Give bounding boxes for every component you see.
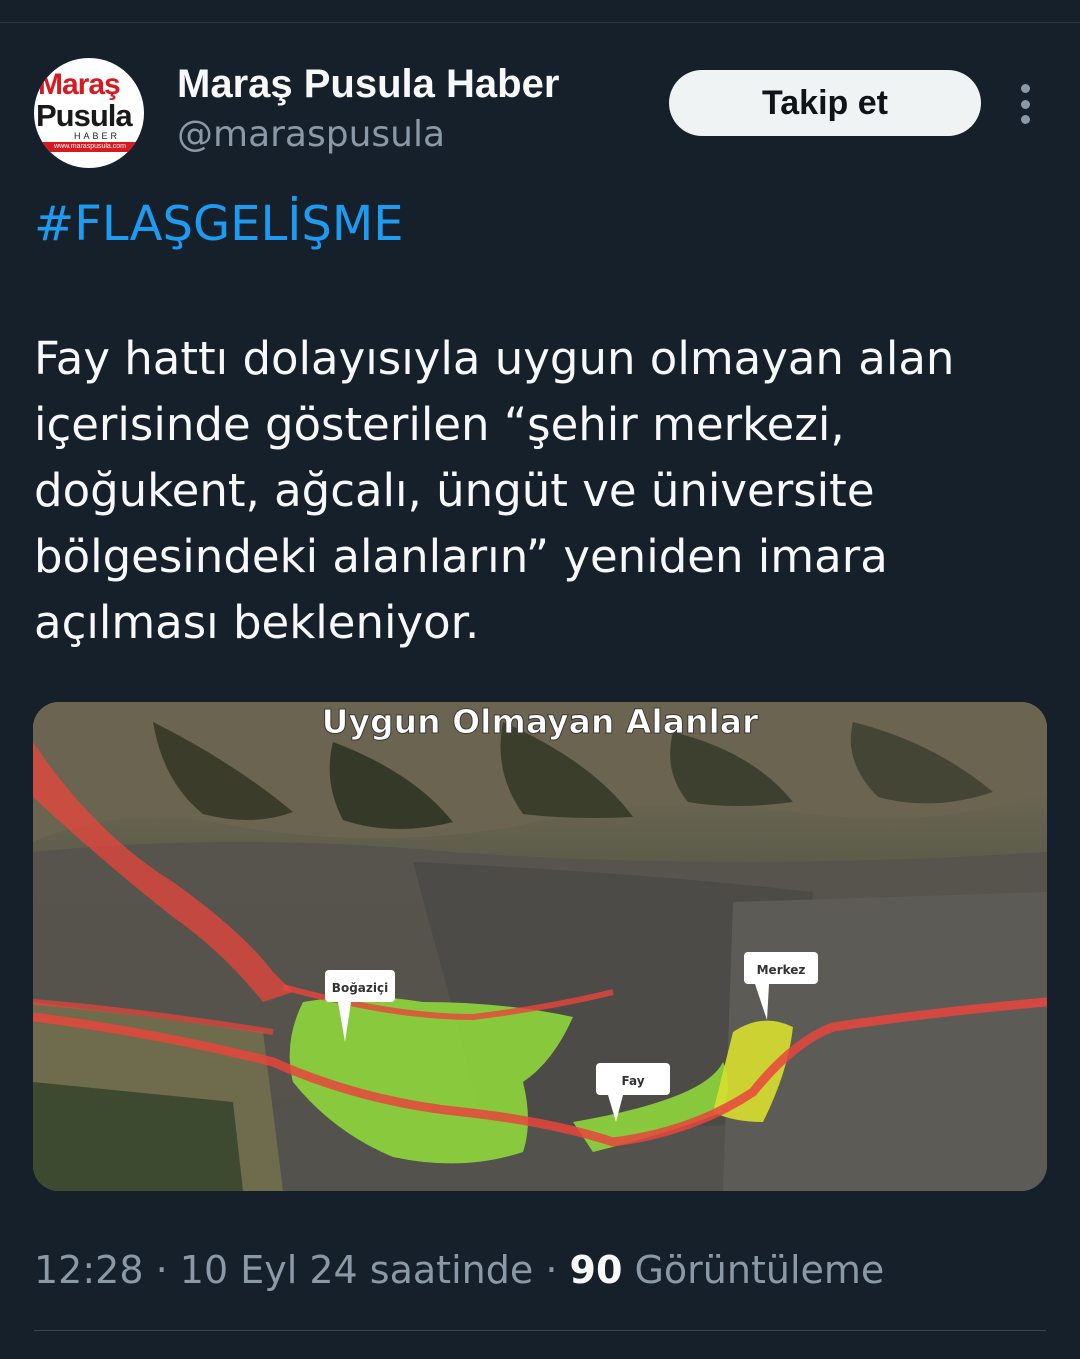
avatar-logo-text: HABER: [74, 131, 121, 141]
map-title: Uygun Olmayan Alanlar: [322, 702, 759, 741]
author-handle[interactable]: @maraspusula: [177, 114, 445, 155]
dot-icon: [1020, 99, 1030, 109]
dot-icon: [1020, 115, 1030, 124]
tweet-date[interactable]: 10 Eyl 24 saatinde: [180, 1248, 533, 1292]
avatar-logo-text: Maraş: [38, 68, 121, 101]
meta-separator: ·: [155, 1248, 168, 1292]
tweet-time[interactable]: 12:28: [34, 1248, 144, 1292]
tweet-image[interactable]: Uygun Olmayan Alanlar Boğaziçi Fay Merke…: [33, 702, 1047, 1191]
tweet-text: Fay hattı dolayısıyla uygun olmayan alan…: [34, 332, 955, 649]
map-label-fay-text: Fay: [621, 1074, 644, 1088]
views-label[interactable]: Görüntüleme: [634, 1248, 884, 1292]
satellite-map: Uygun Olmayan Alanlar Boğaziçi Fay Merke…: [33, 702, 1047, 1191]
follow-button[interactable]: Takip et: [669, 70, 981, 136]
map-label-bogazici-text: Boğaziçi: [332, 981, 388, 995]
avatar[interactable]: Maraş Pusula HABER www.maraspusula.com: [34, 58, 144, 168]
meta-separator: ·: [545, 1248, 558, 1292]
tweet-meta: 12:28 · 10 Eyl 24 saatinde · 90 Görüntül…: [34, 1248, 884, 1292]
views-count[interactable]: 90: [570, 1248, 623, 1292]
map-label-merkez-text: Merkez: [757, 963, 806, 977]
avatar-logo-text: www.maraspusula.com: [40, 142, 140, 152]
avatar-logo-text: Pusula: [36, 98, 133, 133]
dot-icon: [1020, 84, 1030, 93]
author-display-name[interactable]: Maraş Pusula Haber: [177, 62, 559, 107]
bottom-divider: [34, 1330, 1046, 1331]
top-divider: [0, 22, 1080, 23]
hashtag-link[interactable]: #FLAŞGELİŞME: [34, 196, 404, 252]
more-options-icon[interactable]: [1010, 84, 1040, 124]
